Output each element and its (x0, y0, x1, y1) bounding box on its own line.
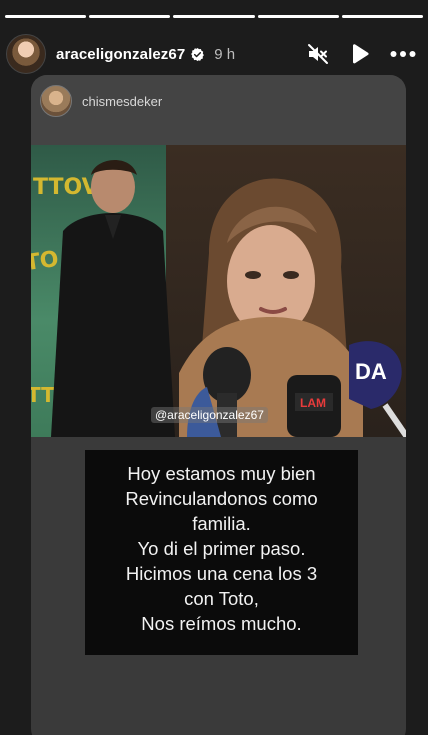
mute-icon[interactable] (306, 42, 330, 66)
play-icon[interactable] (350, 43, 370, 65)
avatar[interactable] (6, 34, 46, 74)
username[interactable]: araceligonzalez67 (56, 46, 185, 63)
story-text-line: familia. (192, 513, 251, 534)
shared-post-card[interactable]: chismesdeker TTOV TO TTO LAM DA @araceli… (31, 75, 406, 735)
post-time: 9 h (214, 45, 236, 63)
progress-segment (173, 15, 255, 18)
mic-label-da: DA (355, 359, 387, 384)
story-text-box: Hoy estamos muy bien Revinculandonos com… (85, 450, 358, 655)
mic-label-lam: LAM (300, 396, 326, 410)
story-text-line: con Toto, (184, 588, 259, 609)
story-header: araceligonzalez67 9 h (0, 28, 428, 80)
story-text-line: Hicimos una cena los 3 (125, 563, 318, 584)
verified-badge-icon (191, 47, 205, 61)
progress-segment (5, 15, 87, 18)
source-username[interactable]: chismesdeker (82, 94, 162, 109)
story-progress-bar (5, 15, 424, 18)
story-text-line: Hoy estamos muy bien (127, 463, 316, 484)
source-avatar[interactable] (40, 85, 72, 117)
video-frame[interactable]: TTOV TO TTO LAM DA @araceligonzalez67 (31, 145, 406, 437)
progress-segment (89, 15, 171, 18)
more-icon[interactable] (390, 50, 416, 58)
source-account[interactable]: chismesdeker (40, 85, 162, 117)
progress-segment (257, 15, 339, 18)
story-text-line: Nos reímos mucho. (141, 613, 302, 634)
story-text-line: Yo di el primer paso. (137, 538, 306, 559)
story-screen: araceligonzalez67 9 h chismesdeker TTOV … (0, 0, 428, 735)
story-text-line: Revinculandonos como (125, 488, 318, 509)
progress-segment (341, 15, 424, 18)
mention-sticker[interactable]: @araceligonzalez67 (151, 407, 268, 423)
